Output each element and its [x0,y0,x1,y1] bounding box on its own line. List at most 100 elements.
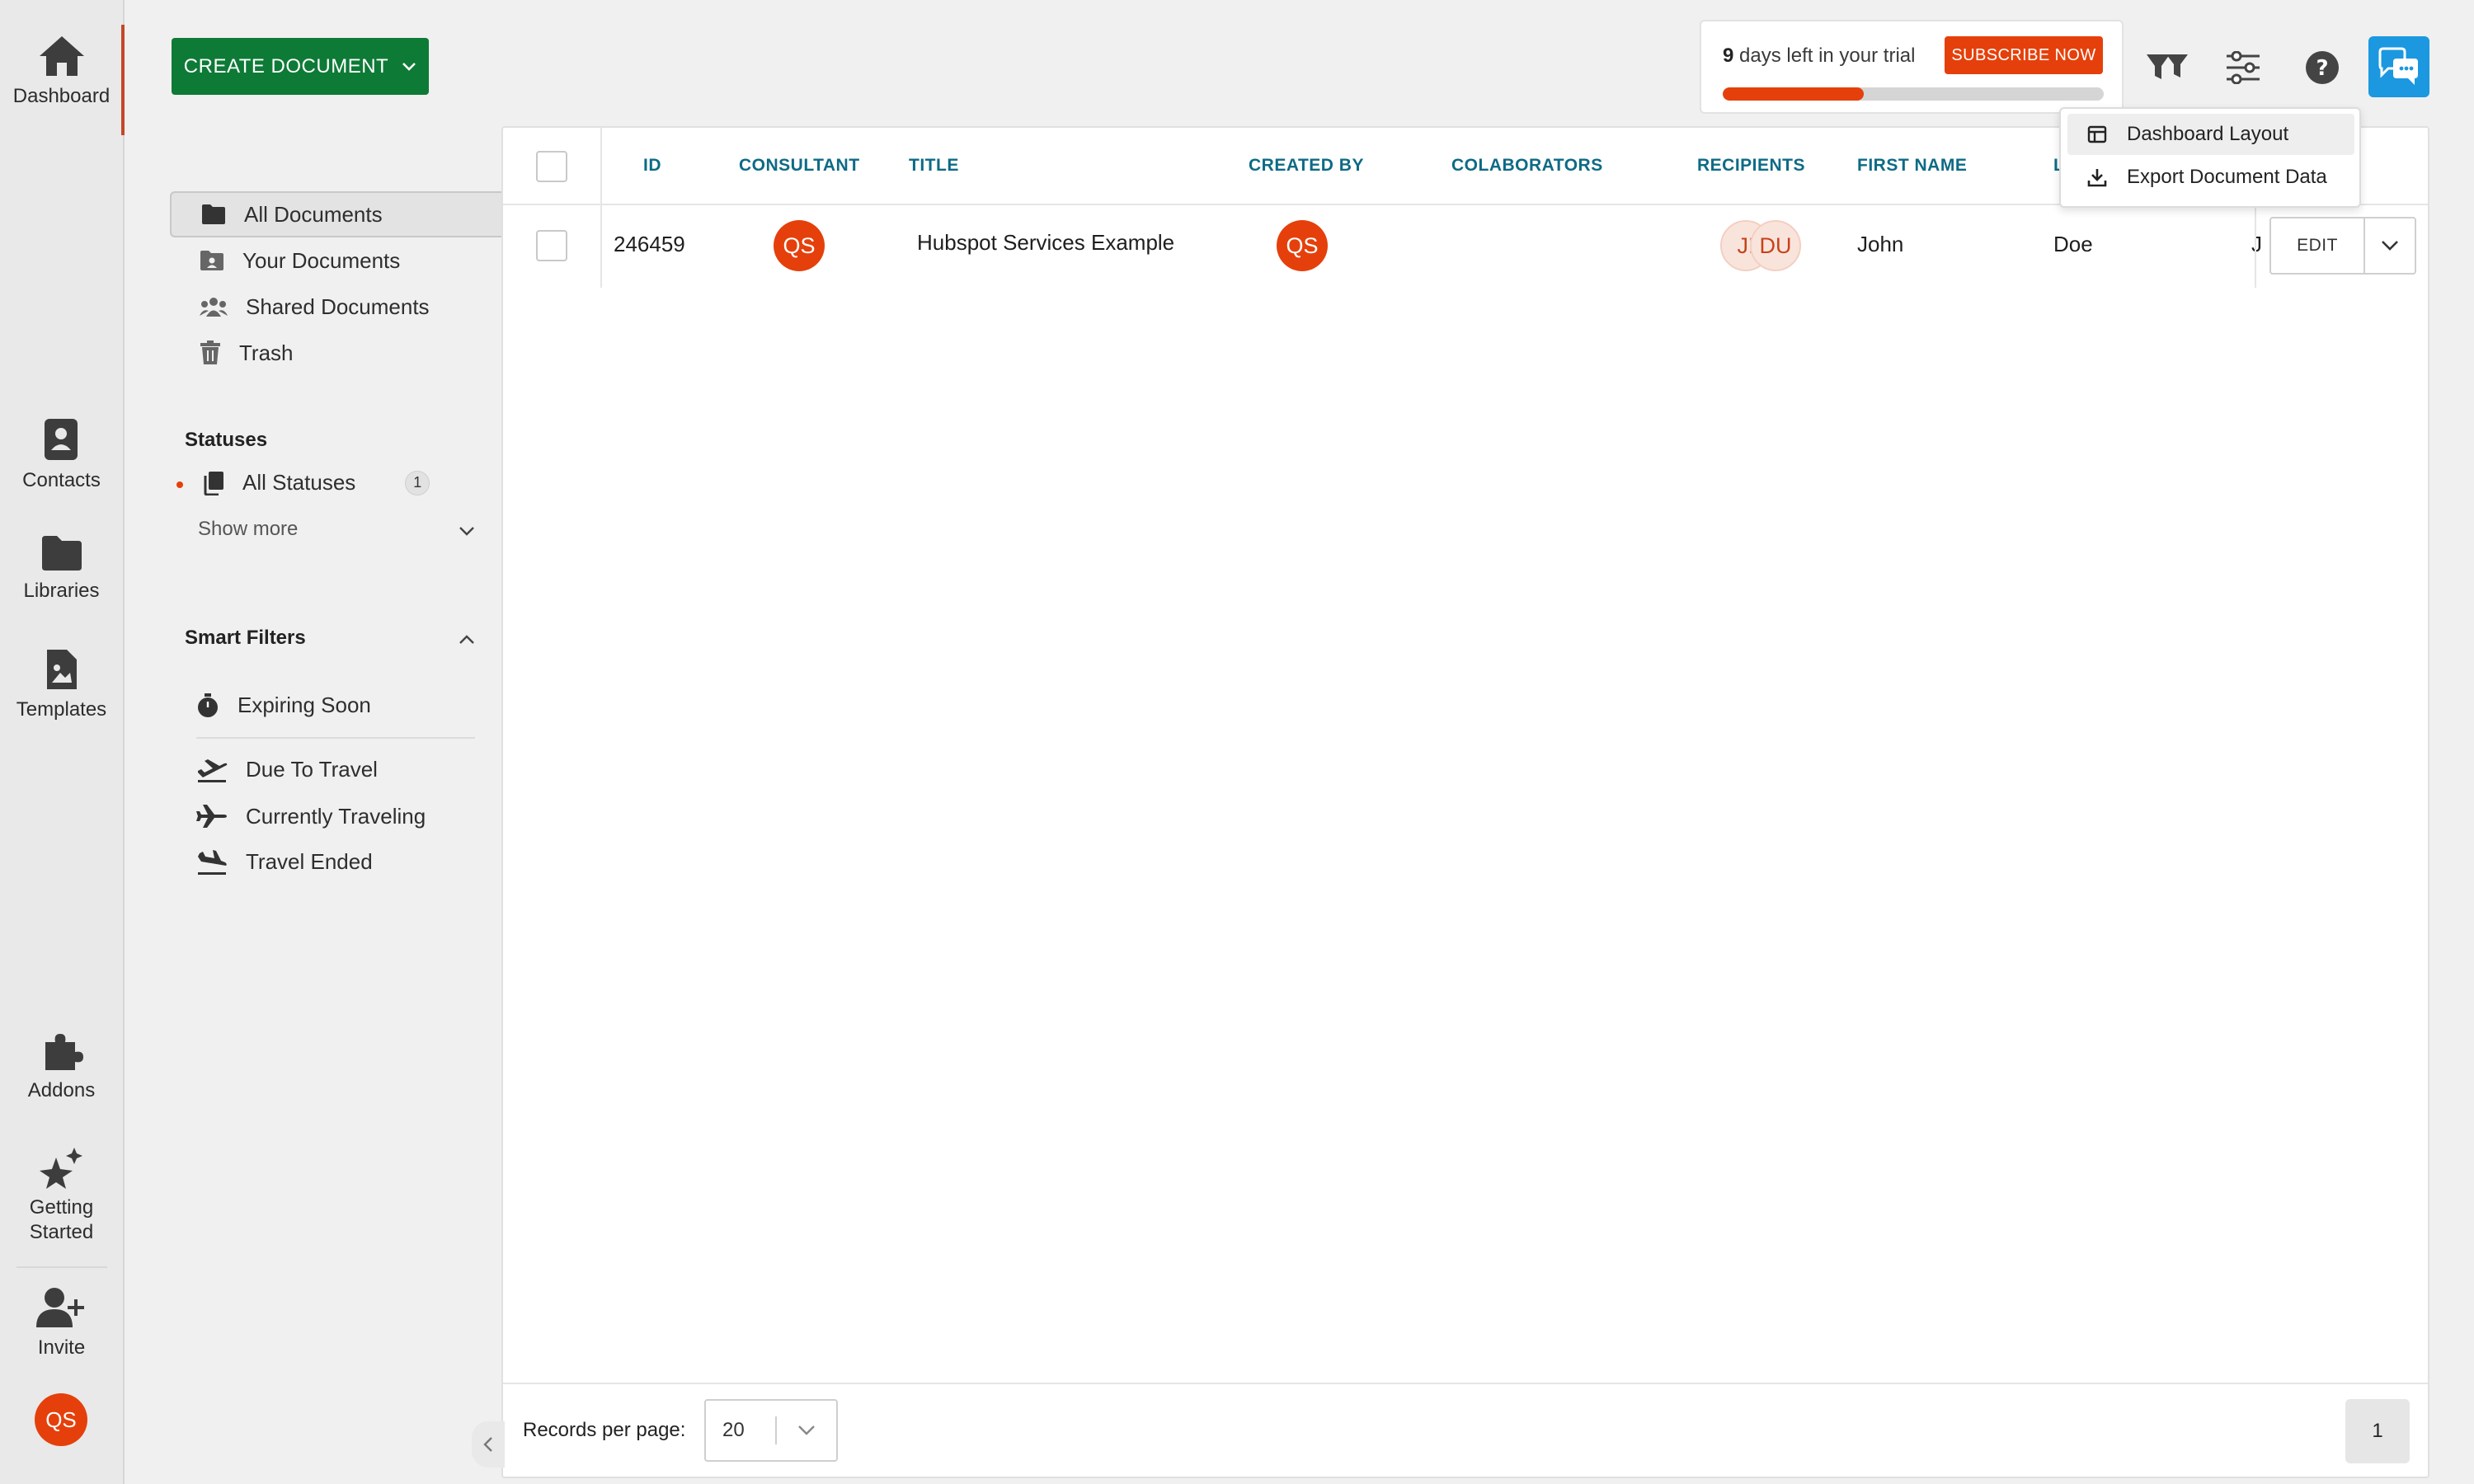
column-separator [600,128,602,288]
row-last-name: Doe [2053,232,2093,256]
documents-table: ID CONSULTANT TITLE CREATED BY COLABORAT… [501,126,2429,1478]
nav-getting-started-label-1: Getting [29,1196,94,1219]
column-header-first-name[interactable]: FIRST NAME [1857,156,1967,176]
row-first-name: John [1857,232,1904,256]
nav-invite-label: Invite [37,1336,86,1359]
users-group-icon [200,298,228,317]
trial-text: 9 days left in your trial [1723,45,1915,68]
smart-filter-expiring-soon[interactable]: Expiring Soon [196,693,371,718]
menu-export-document-data[interactable]: Export Document Data [2067,157,2354,198]
nav-dashboard-label: Dashboard [12,85,111,107]
column-header-recipients[interactable]: RECIPIENTS [1697,156,1805,176]
smart-filter-due-to-travel[interactable]: Due To Travel [196,757,378,782]
column-header-created-by[interactable]: CREATED BY [1249,156,1364,176]
records-per-page-value: 20 [706,1416,777,1444]
column-header-collaborators[interactable]: COLABORATORS [1451,156,1603,176]
create-document-button[interactable]: CREATE DOCUMENT [172,38,429,95]
options-menu: Dashboard Layout Export Document Data [2059,107,2361,208]
due-to-travel-label: Due To Travel [246,757,378,782]
chevron-up-icon[interactable] [459,635,475,645]
chevron-down-icon [2382,241,2398,251]
chevron-left-icon [483,1437,492,1452]
expiring-soon-label: Expiring Soon [238,693,371,717]
airplane-icon [196,805,227,828]
question-circle-icon: ? [2306,51,2339,84]
plane-arrival-icon [198,849,227,875]
select-all-checkbox[interactable] [536,151,567,182]
column-header-title[interactable]: TITLE [909,156,959,176]
chevron-down-icon [798,1425,815,1435]
user-folder-icon [200,251,223,270]
nav-templates[interactable]: Templates [0,648,123,722]
add-user-icon [35,1288,84,1327]
edit-split-button: EDIT [2269,217,2416,275]
home-icon [39,36,84,76]
smart-filter-currently-traveling[interactable]: Currently Traveling [196,803,426,829]
document-folders: All Documents Your Documents Shared Docu… [170,191,503,376]
edit-more-button[interactable] [2365,218,2415,273]
folder-your-documents-label: Your Documents [242,247,401,273]
folder-shared-documents[interactable]: Shared Documents [170,284,503,330]
layout-icon [2087,125,2107,143]
show-more-toggle[interactable]: Show more [198,516,478,546]
folder-trash[interactable]: Trash [170,330,503,376]
status-count-badge: 1 [405,470,430,495]
plane-departure-icon [198,758,228,782]
folder-your-documents[interactable]: Your Documents [170,237,503,284]
consultant-avatar: QS [774,220,825,271]
smart-filters-title: Smart Filters [185,627,306,649]
svg-text:?: ? [2316,56,2328,81]
row-checkbox[interactable] [536,230,567,261]
row-id: 246459 [614,232,685,256]
menu-dashboard-layout-label: Dashboard Layout [2127,123,2289,145]
menu-export-label: Export Document Data [2127,166,2327,188]
sliders-icon [2227,51,2260,84]
sparkle-star-icon [39,1148,82,1189]
folder-all-documents[interactable]: All Documents [170,191,503,237]
status-all-statuses[interactable]: All Statuses 1 [203,470,430,495]
folder-shared-documents-label: Shared Documents [246,294,430,319]
column-header-id[interactable]: ID [643,156,661,176]
folder-trash-label: Trash [239,340,294,365]
create-document-label: CREATE DOCUMENT [183,54,389,77]
puzzle-icon [45,1034,83,1070]
nav-invite[interactable]: Invite [0,1286,123,1360]
user-avatar[interactable]: QS [35,1393,87,1446]
contact-book-icon [44,419,78,460]
actions-separator [2255,204,2256,288]
settings-sliders-button[interactable] [2217,41,2269,94]
nav-contacts[interactable]: Contacts [0,417,123,493]
documents-copy-icon [204,471,223,495]
currently-traveling-label: Currently Traveling [246,803,426,829]
created-by-avatar: QS [1277,220,1328,271]
row-truncated-cell: J [2251,232,2261,256]
subscribe-now-button[interactable]: SUBSCRIBE NOW [1945,36,2103,74]
template-file-icon [46,650,77,689]
edit-button[interactable]: EDIT [2271,218,2365,273]
trial-days: 9 [1723,45,1734,67]
column-header-consultant[interactable]: CONSULTANT [739,156,860,176]
nav-divider [16,1266,107,1268]
collapse-sidebar-button[interactable] [472,1421,505,1468]
pagination-page-button[interactable]: 1 [2345,1399,2410,1463]
chevron-down-icon [402,62,416,71]
nav-dashboard[interactable]: Dashboard [0,35,123,109]
status-indicator-dot [176,481,183,488]
chat-bubbles-icon [2378,47,2418,85]
smart-filter-divider [196,737,475,739]
help-button[interactable]: ? [2296,41,2349,94]
nav-libraries[interactable]: Libraries [0,534,123,603]
stopwatch-icon [198,693,218,717]
records-per-page-select[interactable]: 20 [704,1399,838,1462]
smart-filter-travel-ended[interactable]: Travel Ended [196,849,373,875]
nav-getting-started-label-2: Started [29,1221,94,1243]
trial-banner: 9 days left in your trial SUBSCRIBE NOW [1700,20,2124,114]
row-title[interactable]: Hubspot Services Example [917,230,1174,256]
chat-support-button[interactable] [2368,36,2429,97]
nav-addons[interactable]: Addons [0,1029,123,1103]
statuses-title: Statuses [185,429,268,451]
trial-suffix: days left in your trial [1733,45,1916,67]
nav-getting-started[interactable]: Getting Started [0,1146,123,1245]
filter-button[interactable] [2141,41,2194,94]
menu-dashboard-layout[interactable]: Dashboard Layout [2067,114,2354,155]
